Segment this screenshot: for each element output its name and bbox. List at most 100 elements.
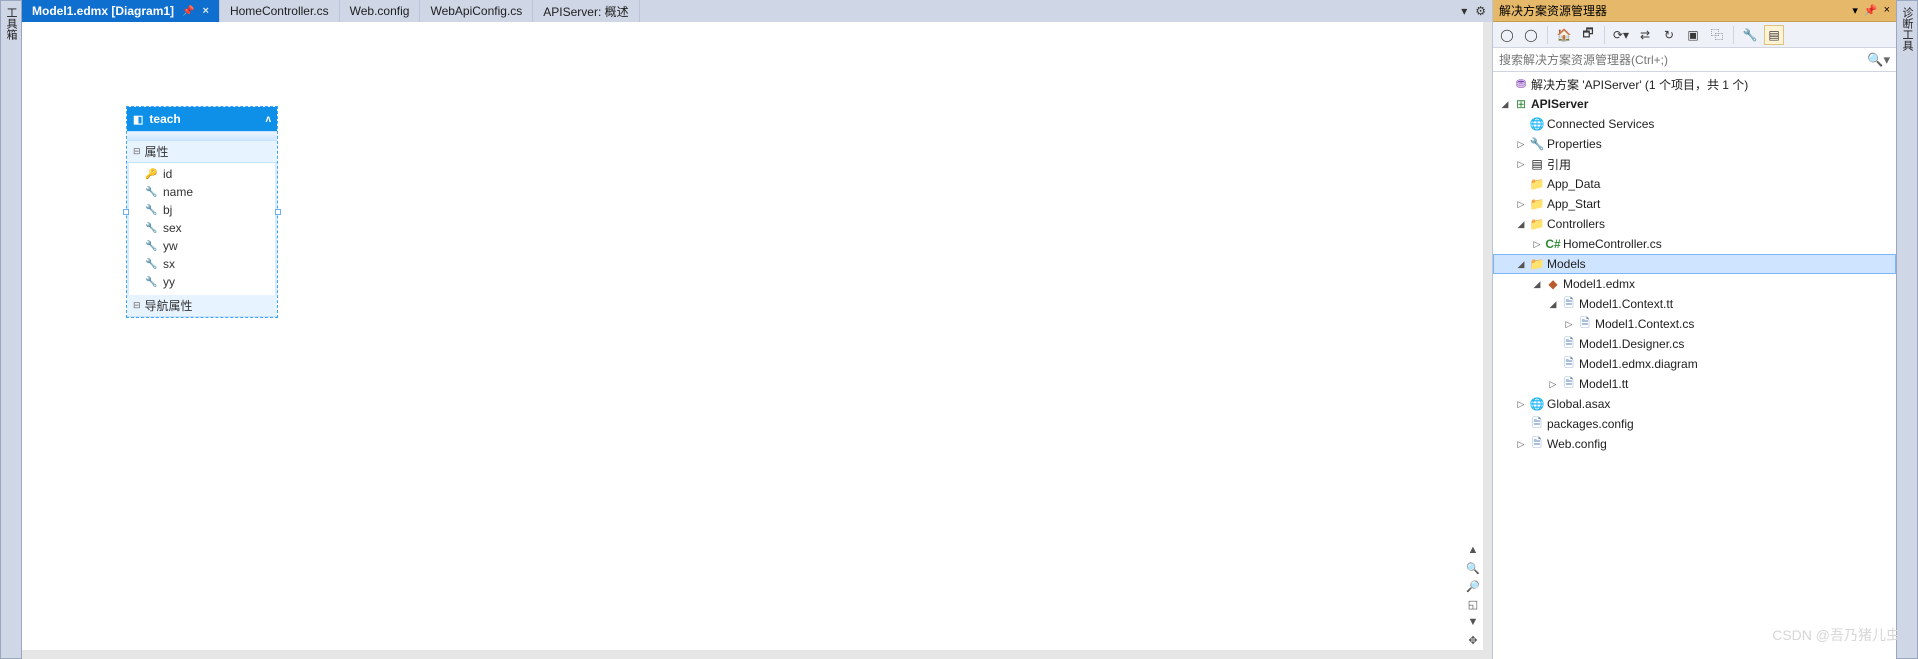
property-row[interactable]: 🔧 sx xyxy=(145,255,271,273)
zoom-in-icon[interactable]: 🔍 xyxy=(1465,560,1481,576)
expand-icon[interactable]: ▷ xyxy=(1545,379,1561,390)
collapse-icon[interactable]: ⊟ xyxy=(133,146,141,157)
close-icon[interactable]: × xyxy=(203,5,209,17)
expand-icon[interactable]: ◢ xyxy=(1529,279,1545,290)
tree-references[interactable]: ▷▤引用 xyxy=(1493,154,1896,174)
entity-header[interactable]: ◧ teach ʌ xyxy=(127,107,277,131)
tree-file-designer-cs[interactable]: 🗎Model1.Designer.cs xyxy=(1493,334,1896,354)
expand-icon[interactable]: ▷ xyxy=(1529,239,1545,250)
sync-icon[interactable]: ⇄ xyxy=(1635,25,1655,45)
tab-dropdown-icon[interactable]: ▾ xyxy=(1461,4,1467,18)
tree-solution[interactable]: ⛃解决方案 'APIServer' (1 个项目，共 1 个) xyxy=(1493,74,1896,94)
tab-label: Model1.edmx [Diagram1] xyxy=(32,4,174,18)
window-dropdown-icon[interactable]: ▾ xyxy=(1852,4,1858,17)
property-name: sx xyxy=(163,257,175,271)
expand-icon[interactable]: ▷ xyxy=(1513,199,1529,210)
pin-icon[interactable]: 📌 xyxy=(1864,4,1878,17)
property-row[interactable]: 🔑id xyxy=(145,165,271,183)
tree-file-context-tt[interactable]: ◢🗎Model1.Context.tt xyxy=(1493,294,1896,314)
crosshair-icon[interactable]: ✥ xyxy=(1465,632,1481,648)
tree-properties[interactable]: ▷🔧Properties xyxy=(1493,134,1896,154)
cs-file-icon: 🗎 xyxy=(1577,314,1593,335)
config-icon: 🗎 xyxy=(1529,434,1545,455)
arrow-down-icon[interactable]: ▼ xyxy=(1465,614,1481,630)
tree-connected-services[interactable]: 🌐Connected Services xyxy=(1493,114,1896,134)
tab-homecontroller[interactable]: HomeController.cs xyxy=(220,0,340,22)
home-icon[interactable]: 🏠 xyxy=(1554,25,1574,45)
tree-file-model1-tt[interactable]: ▷🗎Model1.tt xyxy=(1493,374,1896,394)
search-icon[interactable]: 🔍▾ xyxy=(1867,52,1890,68)
tab-webapiconfig[interactable]: WebApiConfig.cs xyxy=(420,0,533,22)
expand-icon[interactable]: ▷ xyxy=(1513,439,1529,450)
collapse-icon[interactable]: ⊟ xyxy=(133,300,141,311)
expand-icon[interactable]: ▷ xyxy=(1561,319,1577,330)
show-all-files-icon[interactable]: ⿻ xyxy=(1707,25,1727,45)
tree-file-web-config[interactable]: ▷🗎Web.config xyxy=(1493,434,1896,454)
search-input[interactable] xyxy=(1499,53,1867,67)
tree-file-packages-config[interactable]: 🗎packages.config xyxy=(1493,414,1896,434)
entity-separator xyxy=(127,131,277,141)
fit-screen-icon[interactable]: ◱ xyxy=(1465,596,1481,612)
solution-explorer-search[interactable]: 🔍▾ xyxy=(1493,48,1896,72)
property-row[interactable]: 🔧yy xyxy=(145,273,271,291)
section-properties[interactable]: ⊟ 属性 xyxy=(127,141,277,163)
chevron-up-icon[interactable]: ʌ xyxy=(265,114,271,125)
tree-project[interactable]: ◢⊞APIServer xyxy=(1493,94,1896,114)
tree-folder-appdata[interactable]: 📁App_Data xyxy=(1493,174,1896,194)
tab-model1-edmx[interactable]: Model1.edmx [Diagram1] 📌 × xyxy=(22,0,220,22)
back-icon[interactable]: ◯ xyxy=(1497,25,1517,45)
switch-views-icon[interactable]: 🗗 xyxy=(1578,25,1598,45)
project-icon: ⊞ xyxy=(1513,97,1529,111)
tree-folder-controllers[interactable]: ◢📁Controllers xyxy=(1493,214,1896,234)
diagram-zoom-tools: ▲ 🔍 🔎 ◱ ▼ ✥ xyxy=(1465,542,1481,648)
section-nav-properties[interactable]: ⊟ 导航属性 xyxy=(127,295,277,317)
arrow-up-icon[interactable]: ▲ xyxy=(1465,542,1481,558)
forward-icon[interactable]: ◯ xyxy=(1521,25,1541,45)
pending-changes-icon[interactable]: ⟳▾ xyxy=(1611,25,1631,45)
property-row[interactable]: 🔧name xyxy=(145,183,271,201)
tree-file-diagram[interactable]: 🗎Model1.edmx.diagram xyxy=(1493,354,1896,374)
expand-icon[interactable]: ◢ xyxy=(1513,259,1529,270)
tree-file-homecontroller[interactable]: ▷C#HomeController.cs xyxy=(1493,234,1896,254)
wrench-icon: 🔧 xyxy=(145,259,157,270)
expand-icon[interactable]: ▷ xyxy=(1513,139,1529,150)
resize-handle-left[interactable] xyxy=(123,209,129,215)
expand-icon[interactable]: ▷ xyxy=(1513,399,1529,410)
pin-icon[interactable]: 📌 xyxy=(182,6,194,17)
refresh-icon[interactable]: ↻ xyxy=(1659,25,1679,45)
solution-explorer-title[interactable]: 解决方案资源管理器 ▾ 📌 × xyxy=(1493,0,1896,22)
toolbox-rail[interactable]: 工具箱 xyxy=(0,0,22,659)
tree-file-model1-edmx[interactable]: ◢◆Model1.edmx xyxy=(1493,274,1896,294)
gear-icon[interactable]: ⚙ xyxy=(1475,4,1486,18)
tab-webconfig[interactable]: Web.config xyxy=(340,0,421,22)
tree-folder-models[interactable]: ◢📁Models xyxy=(1493,254,1896,274)
expand-icon[interactable]: ▷ xyxy=(1513,159,1529,170)
expand-icon[interactable]: ◢ xyxy=(1513,219,1529,230)
wrench-icon: 🔧 xyxy=(145,223,157,234)
property-name: sex xyxy=(163,221,182,235)
tree-file-context-cs[interactable]: ▷🗎Model1.Context.cs xyxy=(1493,314,1896,334)
resize-handle-right[interactable] xyxy=(275,209,281,215)
zoom-out-icon[interactable]: 🔎 xyxy=(1465,578,1481,594)
expand-icon[interactable]: ◢ xyxy=(1545,299,1561,310)
tree-file-global-asax[interactable]: ▷🌐Global.asax xyxy=(1493,394,1896,414)
tab-apiserver-overview[interactable]: APIServer: 概述 xyxy=(533,0,639,22)
solution-tree[interactable]: ⛃解决方案 'APIServer' (1 个项目，共 1 个) ◢⊞APISer… xyxy=(1493,72,1896,659)
tree-folder-appstart[interactable]: ▷📁App_Start xyxy=(1493,194,1896,214)
property-row[interactable]: 🔧yw xyxy=(145,237,271,255)
property-row[interactable]: 🔧bj xyxy=(145,201,271,219)
properties-icon[interactable]: 🔧 xyxy=(1740,25,1760,45)
solution-explorer: 解决方案资源管理器 ▾ 📌 × ◯ ◯ 🏠 🗗 ⟳▾ ⇄ ↻ ▣ ⿻ 🔧 ▤ 🔍… xyxy=(1492,0,1896,659)
toolbar-separator xyxy=(1547,26,1548,44)
tt-file-icon: 🗎 xyxy=(1561,294,1577,315)
edmx-design-surface[interactable]: ◧ teach ʌ ⊟ 属性 🔑id 🔧name 🔧bj 🔧 sex 🔧yw 🔧 s… xyxy=(22,22,1492,659)
close-icon[interactable]: × xyxy=(1884,4,1890,17)
diagnostics-rail[interactable]: 诊断工具 xyxy=(1896,0,1918,659)
property-row[interactable]: 🔧 sex xyxy=(145,219,271,237)
preview-selected-icon[interactable]: ▤ xyxy=(1764,25,1784,45)
entity-teach[interactable]: ◧ teach ʌ ⊟ 属性 🔑id 🔧name 🔧bj 🔧 sex 🔧yw 🔧 s… xyxy=(126,106,278,318)
expand-icon[interactable]: ◢ xyxy=(1497,99,1513,110)
collapse-all-icon[interactable]: ▣ xyxy=(1683,25,1703,45)
solution-icon: ⛃ xyxy=(1513,77,1529,91)
toolbar-separator xyxy=(1733,26,1734,44)
